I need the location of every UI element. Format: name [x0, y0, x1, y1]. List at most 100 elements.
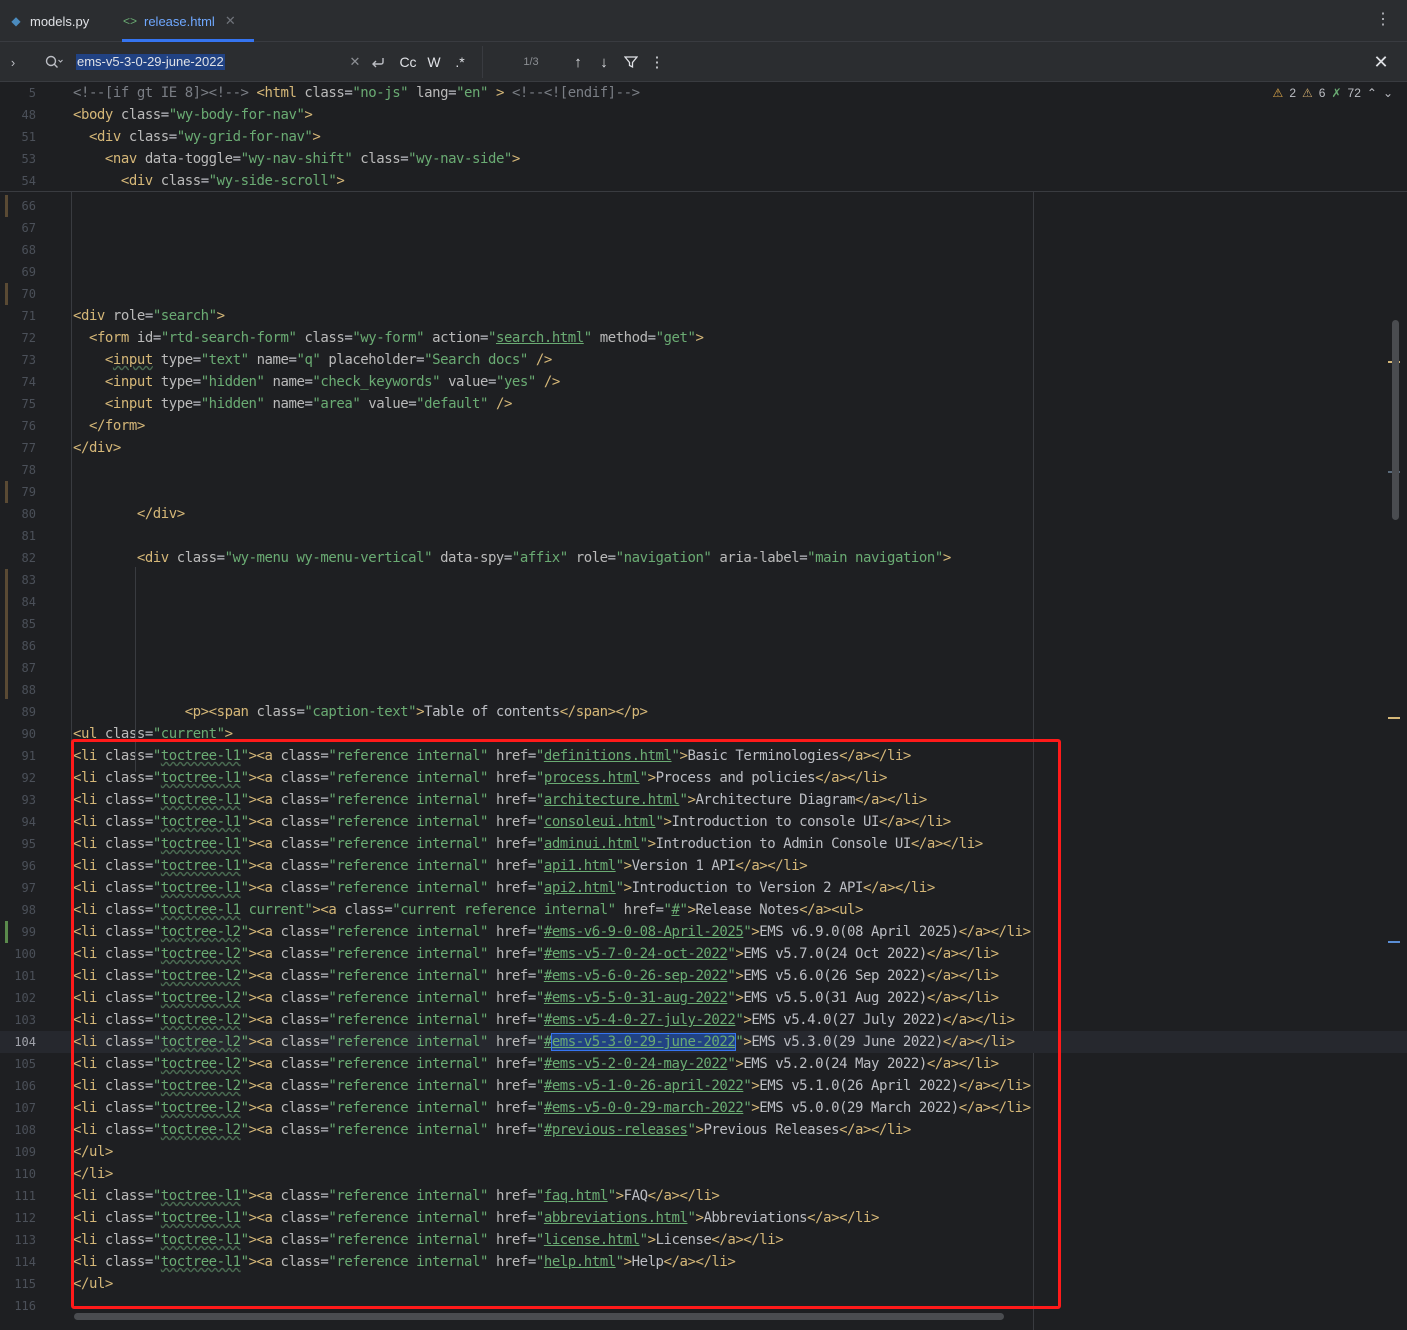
more-options-icon[interactable]: ⋮	[650, 42, 665, 82]
search-history-icon[interactable]	[44, 42, 64, 82]
tab-release-html[interactable]: <> release.html ✕	[122, 0, 254, 42]
vcs-change-marker[interactable]	[5, 569, 8, 699]
line-number: 113	[14, 1233, 36, 1247]
code-line[interactable]: <li class="toctree-l2"><a class="referen…	[73, 1097, 1031, 1119]
code-line[interactable]: <li class="toctree-l2"><a class="referen…	[73, 1053, 999, 1075]
code-line[interactable]: <li class="toctree-l2"><a class="referen…	[73, 921, 1031, 943]
line-number: 114	[14, 1255, 36, 1269]
line-number: 80	[21, 507, 36, 521]
code-line[interactable]: <form id="rtd-search-form" class="wy-for…	[73, 327, 704, 349]
code-line[interactable]: <li class="toctree-l1"><a class="referen…	[73, 1207, 879, 1229]
code-line[interactable]: </form>	[73, 415, 145, 437]
code-line[interactable]: </ul>	[73, 1141, 113, 1163]
line-number: 48	[21, 108, 36, 122]
line-number: 76	[21, 419, 36, 433]
code-line[interactable]: <li class="toctree-l1"><a class="referen…	[73, 789, 927, 811]
code-line[interactable]: <li class="toctree-l2"><a class="referen…	[73, 1031, 1015, 1053]
search-input[interactable]: ems-v5-3-0-29-june-2022	[76, 54, 225, 70]
sticky-scroll-header[interactable]: ⚠ 2 ⚠ 6 ✗ 72 ⌃ ⌄ 5 <!--[if gt IE 8]><!--> <h…	[0, 82, 1407, 192]
line-number: 74	[21, 375, 36, 389]
more-vertical-icon[interactable]: ⋮	[1375, 10, 1391, 30]
line-number: 71	[21, 309, 36, 323]
vcs-change-marker[interactable]	[5, 921, 8, 943]
tab-label: models.py	[30, 13, 90, 29]
code-line[interactable]: <p><span class="caption-text">Table of c…	[73, 701, 648, 723]
line-number: 89	[21, 705, 36, 719]
sticky-code-line[interactable]: <div class="wy-side-scroll">	[73, 170, 345, 192]
code-line[interactable]: <li class="toctree-l2"><a class="referen…	[73, 1119, 911, 1141]
vertical-scrollbar[interactable]	[1392, 320, 1399, 520]
code-line[interactable]: <div role="search">	[73, 305, 225, 327]
next-occurrence-icon[interactable]: ↓	[596, 42, 612, 82]
expand-replace-icon[interactable]: ›	[4, 42, 22, 82]
close-tab-icon[interactable]: ✕	[225, 13, 236, 29]
code-line[interactable]: <li class="toctree-l2"><a class="referen…	[73, 987, 999, 1009]
vcs-change-marker[interactable]	[5, 195, 8, 217]
code-line[interactable]: </div>	[73, 503, 185, 525]
tab-label: release.html	[144, 13, 215, 29]
line-number: 72	[21, 331, 36, 345]
line-number: 109	[14, 1145, 36, 1159]
vcs-change-marker[interactable]	[5, 283, 8, 305]
filter-icon[interactable]	[622, 42, 640, 82]
editor-tab-bar: ◆ models.py <> release.html ✕ ⋮	[0, 0, 1407, 42]
code-line[interactable]: <li class="toctree-l1"><a class="referen…	[73, 767, 887, 789]
chevron-down-icon[interactable]: ⌄	[1383, 86, 1393, 100]
code-line[interactable]: <li class="toctree-l2"><a class="referen…	[73, 1009, 1015, 1031]
line-number: 78	[21, 463, 36, 477]
code-line[interactable]: <li class="toctree-l1 current"><a class=…	[73, 899, 863, 921]
code-line[interactable]: <li class="toctree-l1"><a class="referen…	[73, 1251, 736, 1273]
sticky-code-line[interactable]: <div class="wy-grid-for-nav">	[73, 126, 321, 148]
line-number: 77	[21, 441, 36, 455]
line-number: 82	[21, 551, 36, 565]
line-number: 73	[21, 353, 36, 367]
whole-words-button[interactable]: W	[424, 42, 444, 82]
sticky-code-line[interactable]: <nav data-toggle="wy-nav-shift" class="w…	[73, 148, 520, 170]
error-stripe-marker[interactable]	[1388, 941, 1400, 943]
code-line[interactable]: </div>	[73, 437, 121, 459]
code-editor[interactable]: ⚠ 2 ⚠ 6 ✗ 72 ⌃ ⌄ 5 <!--[if gt IE 8]><!--> <h…	[0, 82, 1407, 1330]
vcs-change-marker[interactable]	[5, 481, 8, 503]
line-number: 101	[14, 969, 36, 983]
code-line[interactable]: <li class="toctree-l2"><a class="referen…	[73, 943, 999, 965]
line-number: 111	[14, 1189, 36, 1203]
warning-icon: ⚠	[1272, 86, 1284, 100]
code-line[interactable]: <input type="hidden" name="area" value="…	[73, 393, 512, 415]
python-icon: ◆	[11, 14, 21, 28]
sticky-code-line[interactable]: <body class="wy-body-for-nav">	[73, 104, 313, 126]
horizontal-scrollbar[interactable]	[74, 1313, 1004, 1320]
line-number: 107	[14, 1101, 36, 1115]
line-number: 105	[14, 1057, 36, 1071]
code-line[interactable]: </ul>	[73, 1273, 113, 1295]
sticky-code-line[interactable]: <!--[if gt IE 8]><!--> <html class="no-j…	[73, 82, 640, 104]
code-line[interactable]: <ul class="current">	[73, 723, 233, 745]
error-stripe-marker[interactable]	[1388, 717, 1400, 719]
code-line[interactable]: <li class="toctree-l1"><a class="referen…	[73, 1229, 784, 1251]
code-line[interactable]: <input type="hidden" name="check_keyword…	[73, 371, 560, 393]
code-line[interactable]: <li class="toctree-l1"><a class="referen…	[73, 877, 935, 899]
match-case-button[interactable]: Cc	[396, 42, 420, 82]
code-line[interactable]: <li class="toctree-l1"><a class="referen…	[73, 811, 951, 833]
code-line[interactable]: <li class="toctree-l1"><a class="referen…	[73, 833, 983, 855]
new-line-icon[interactable]	[368, 42, 388, 82]
code-line[interactable]: <li class="toctree-l1"><a class="referen…	[73, 745, 911, 767]
clear-search-icon[interactable]: ✕	[348, 42, 362, 82]
code-line[interactable]: <li class="toctree-l2"><a class="referen…	[73, 965, 999, 987]
line-number: 92	[21, 771, 36, 785]
line-number: 75	[21, 397, 36, 411]
regex-button[interactable]: .*	[450, 42, 470, 82]
code-line[interactable]: </li>	[73, 1163, 113, 1185]
code-line[interactable]: <li class="toctree-l2"><a class="referen…	[73, 1075, 1031, 1097]
line-number: 53	[21, 152, 36, 166]
tab-models-py[interactable]: ◆ models.py	[8, 0, 118, 42]
chevron-up-icon[interactable]: ⌃	[1367, 86, 1377, 100]
code-line[interactable]: <div class="wy-menu wy-menu-vertical" da…	[73, 547, 951, 569]
toolbar-divider	[482, 46, 483, 78]
inspection-widget[interactable]: ⚠ 2 ⚠ 6 ✗ 72 ⌃ ⌄	[1273, 86, 1393, 100]
close-find-bar-icon[interactable]: ✕	[1370, 42, 1392, 82]
code-line[interactable]: <input type="text" name="q" placeholder=…	[73, 349, 552, 371]
code-line[interactable]: <li class="toctree-l1"><a class="referen…	[73, 1185, 720, 1207]
code-line[interactable]: <li class="toctree-l1"><a class="referen…	[73, 855, 808, 877]
previous-occurrence-icon[interactable]: ↑	[570, 42, 586, 82]
line-number: 68	[21, 243, 36, 257]
